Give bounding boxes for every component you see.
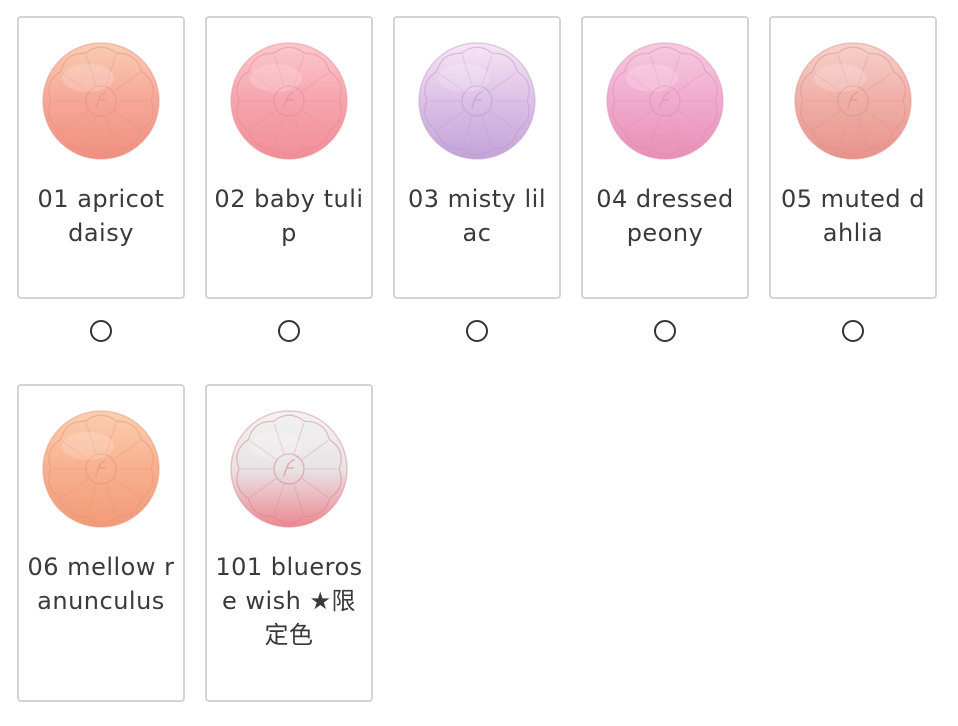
shade-card[interactable]: 01 apricot daisy: [17, 16, 185, 299]
shade-card[interactable]: 101 bluerose wish ★限定色: [205, 384, 373, 702]
ranunculus-blush-compact-icon: [42, 410, 160, 528]
shade-label: 03 misty lilac: [408, 185, 546, 247]
row-spacer: [581, 342, 749, 384]
dahlia-blush-compact-icon: [794, 42, 912, 160]
shade-label: 02 baby tulip: [214, 185, 364, 247]
shade-radio[interactable]: [90, 320, 112, 342]
shade-label: 01 apricot daisy: [37, 185, 165, 247]
shade-option-02: 02 baby tulip: [205, 16, 373, 342]
shade-radio[interactable]: [654, 320, 676, 342]
apricot-blush-compact-icon: [42, 42, 160, 160]
shade-option-05: 05 muted dahlia: [769, 16, 937, 342]
shade-card[interactable]: 03 misty lilac: [393, 16, 561, 299]
shade-option-01: 01 apricot daisy: [17, 16, 185, 342]
shade-card[interactable]: 02 baby tulip: [205, 16, 373, 299]
pink-blush-compact-icon: [230, 42, 348, 160]
shade-radio[interactable]: [466, 320, 488, 342]
shade-selector: 01 apricot daisy 02 baby tulip 03 misty …: [17, 16, 937, 702]
bluerose-blush-compact-icon: [230, 410, 348, 528]
shade-card[interactable]: 05 muted dahlia: [769, 16, 937, 299]
shade-label: 04 dressed peony: [596, 185, 734, 247]
row-spacer: [393, 342, 561, 384]
shade-radio[interactable]: [278, 320, 300, 342]
shade-label: 101 bluerose wish ★限定色: [215, 553, 363, 649]
shade-label: 05 muted dahlia: [780, 185, 926, 247]
shade-option-04: 04 dressed peony: [581, 16, 749, 342]
shade-radio[interactable]: [842, 320, 864, 342]
row-spacer: [205, 342, 373, 384]
shade-card[interactable]: 04 dressed peony: [581, 16, 749, 299]
shade-label: 06 mellow ranunculus: [27, 553, 175, 615]
lilac-blush-compact-icon: [418, 42, 536, 160]
shade-option-03: 03 misty lilac: [393, 16, 561, 342]
row-spacer: [769, 342, 937, 384]
peony-blush-compact-icon: [606, 42, 724, 160]
shade-option-101: 101 bluerose wish ★限定色: [205, 384, 373, 702]
shade-option-06: 06 mellow ranunculus: [17, 384, 185, 702]
shade-card[interactable]: 06 mellow ranunculus: [17, 384, 185, 702]
row-spacer: [17, 342, 185, 384]
